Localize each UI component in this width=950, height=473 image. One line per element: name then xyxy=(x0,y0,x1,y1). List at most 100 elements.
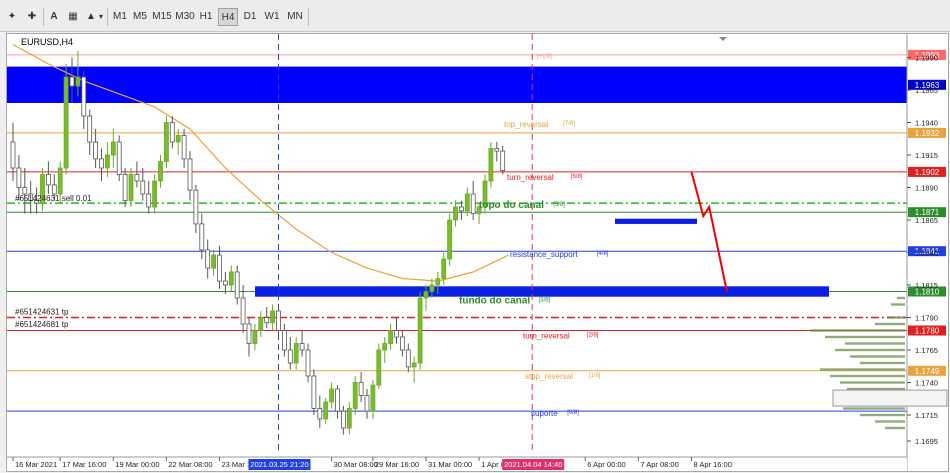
x-tick-label: 30 Mar 08:00 xyxy=(334,460,378,469)
candle-body xyxy=(364,395,370,412)
candle-body xyxy=(22,187,28,195)
candle-body xyxy=(441,258,447,279)
tf-button-m15[interactable]: M15 xyxy=(151,8,173,26)
candle-body xyxy=(394,330,399,338)
price-label: 1.1780 xyxy=(915,327,940,336)
tf-button-m1[interactable]: M1 xyxy=(110,8,130,26)
candle-body xyxy=(423,291,429,299)
y-tick-label: 1.1915 xyxy=(915,151,938,160)
candle-body xyxy=(158,161,163,182)
volume-profile-bar xyxy=(825,335,905,339)
shapes-tool-icon[interactable]: ▲ xyxy=(84,8,98,26)
level-tag: [1/8] xyxy=(589,373,601,379)
x-tick-label: 19 Mar 00:00 xyxy=(115,460,159,469)
candle-body xyxy=(81,76,87,117)
candle-body xyxy=(228,271,234,286)
candle-body xyxy=(222,280,228,286)
cursor-icon[interactable]: ✦ xyxy=(4,8,20,26)
zone-rect xyxy=(615,218,697,224)
candle-body xyxy=(240,297,246,325)
y-tick-label: 1.1940 xyxy=(915,119,938,128)
candle-body xyxy=(470,193,476,214)
tf-button-m5[interactable]: M5 xyxy=(130,8,150,26)
volume-profile-bar xyxy=(875,420,905,423)
candle-body xyxy=(382,343,388,351)
candle-body xyxy=(181,135,187,160)
candle-body xyxy=(199,223,205,251)
order-label-tp-1: #651424631 tp xyxy=(15,308,69,317)
candle-body xyxy=(217,254,222,282)
x-marker-label: 2021.04.04 14:40 xyxy=(504,460,562,469)
candle-body xyxy=(352,382,358,409)
y-tick-label: 1.1865 xyxy=(915,216,938,225)
level-tag: [+1/8] xyxy=(537,54,553,60)
y-tick-label: 1.1890 xyxy=(915,184,938,193)
candle-body xyxy=(411,362,417,368)
tf-button-h1[interactable]: H1 xyxy=(197,8,215,26)
candle-body xyxy=(128,174,134,201)
level-text-fundo-do-canal: fundo do canal xyxy=(459,296,530,307)
level-text-top-reversal: top_reversal xyxy=(504,120,548,129)
level-tag: [4/8] xyxy=(597,251,609,257)
x-tick-label: 7 Apr 08:00 xyxy=(640,460,678,469)
candle-body xyxy=(281,330,287,351)
candle-body xyxy=(429,284,435,292)
tf-button-w1[interactable]: W1 xyxy=(263,8,281,26)
volume-profile-bar xyxy=(845,342,905,345)
candle-body xyxy=(447,219,453,260)
candle-body xyxy=(211,254,217,269)
candle-body xyxy=(110,141,116,156)
candle-body xyxy=(358,382,364,396)
y-tick-label: 1.1715 xyxy=(915,411,938,420)
crosshair-icon[interactable]: ✚ xyxy=(24,8,40,26)
tf-button-mn[interactable]: MN xyxy=(285,8,305,26)
price-chart[interactable]: [+1/8] top_reversal [7/8] turn_reversal [6/8… xyxy=(7,34,948,471)
level-text-topo-do-canal: topo do canal xyxy=(479,200,544,211)
tf-button-d1[interactable]: D1 xyxy=(241,8,259,26)
candle-body xyxy=(175,135,181,143)
y-tick-label: 1.1990 xyxy=(915,54,938,63)
zone-rect xyxy=(7,66,907,103)
candle-body xyxy=(122,174,128,201)
volume-profile-bar xyxy=(843,407,905,410)
candle-body xyxy=(305,349,311,377)
y-tick-label: 1.1965 xyxy=(915,86,938,95)
candle-body xyxy=(116,141,122,175)
candle-body xyxy=(152,180,158,208)
volume-profile-bar xyxy=(891,303,905,306)
candle-body xyxy=(488,148,494,182)
candle-body xyxy=(63,76,69,169)
chart-toolbar: ✦ ✚ A ▦ ▲ ▾ M1 M5 M15 M30 H1 H4 D1 W1 MN xyxy=(0,0,950,32)
x-tick-label: 16 Mar 2021 xyxy=(15,460,57,469)
volume-profile-bar xyxy=(860,413,905,417)
label-tool-icon[interactable]: ▦ xyxy=(64,8,82,26)
candle-body xyxy=(163,122,169,162)
candle-body xyxy=(323,401,329,420)
candle-body xyxy=(494,148,500,152)
candle-body xyxy=(276,310,281,331)
candle-body xyxy=(346,408,352,429)
chart-window[interactable]: [+1/8] top_reversal [7/8] turn_reversal [6/8… xyxy=(6,33,949,472)
chevron-down-icon[interactable]: ▾ xyxy=(97,8,105,26)
volume-profile-bar xyxy=(840,381,905,384)
candle-body xyxy=(453,206,458,221)
volume-profile-bar xyxy=(830,374,905,378)
candle-body xyxy=(51,184,57,195)
volume-profile-bar xyxy=(810,329,905,332)
candle-body xyxy=(417,297,423,364)
candle-body xyxy=(458,206,464,212)
tf-button-m30[interactable]: M30 xyxy=(174,8,196,26)
candle-body xyxy=(205,249,211,269)
candle-body xyxy=(435,278,441,286)
x-tick-label: 8 Apr 16:00 xyxy=(694,460,732,469)
candle-body xyxy=(193,189,199,225)
tf-button-h4[interactable]: H4 xyxy=(218,8,238,26)
candle-body xyxy=(93,141,98,160)
candle-body xyxy=(134,174,140,182)
volume-profile-bar xyxy=(860,361,905,365)
text-tool-button[interactable]: A xyxy=(46,8,62,26)
x-tick-label: 22 Mar 08:00 xyxy=(168,460,212,469)
level-text-suporte: suporte xyxy=(531,409,558,418)
level-text-resistance-support: resistance_support xyxy=(510,250,578,259)
volume-profile-bar xyxy=(875,322,905,326)
